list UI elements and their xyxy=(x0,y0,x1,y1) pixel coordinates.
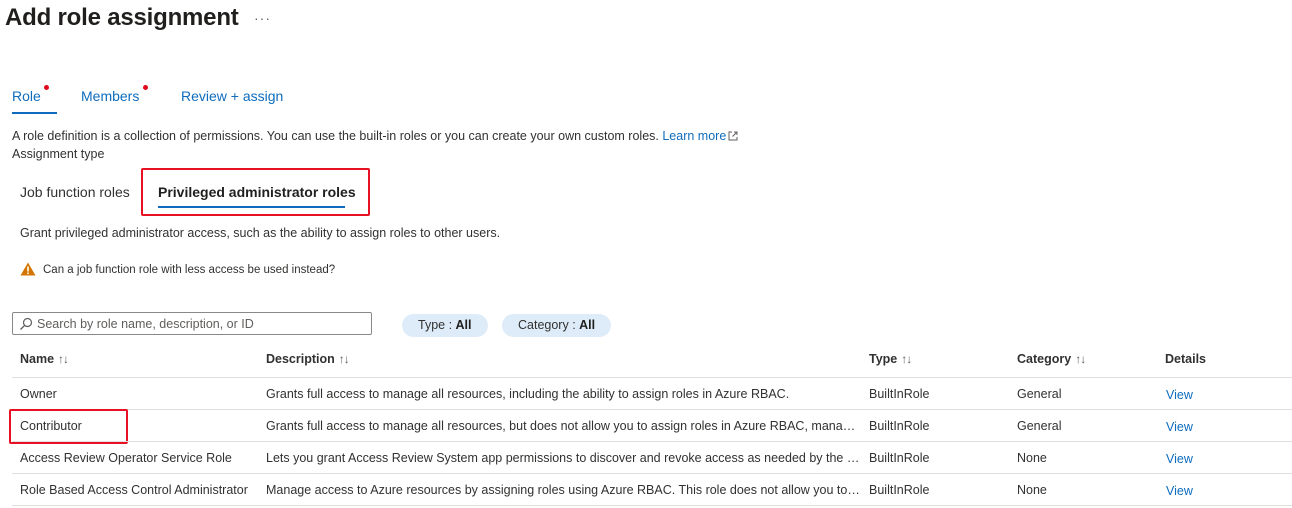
sort-icon: ↑↓ xyxy=(901,352,912,366)
external-link-icon xyxy=(728,131,738,141)
role-search-box[interactable] xyxy=(12,312,372,335)
page-title: Add role assignment xyxy=(5,4,239,31)
header-name-label: Name xyxy=(20,352,55,366)
filter-category-pill[interactable]: Category : All xyxy=(502,314,612,337)
tab-review-assign[interactable]: Review + assign xyxy=(181,88,283,104)
table-divider xyxy=(12,377,1292,378)
tab-role-label: Role xyxy=(12,88,41,104)
tab-role[interactable]: Role xyxy=(12,85,49,104)
table-divider xyxy=(12,441,1292,442)
column-header-name[interactable]: Name ↑↓ xyxy=(20,352,69,366)
column-header-category[interactable]: Category ↑↓ xyxy=(1017,352,1086,366)
table-divider xyxy=(12,473,1292,474)
role-name: Role Based Access Control Administrator xyxy=(20,483,248,497)
more-options-icon[interactable]: ··· xyxy=(254,10,271,26)
header-details-label: Details xyxy=(1165,352,1206,366)
filter-type-value: All xyxy=(455,318,472,332)
role-name: Access Review Operator Service Role xyxy=(20,451,232,465)
highlight-box xyxy=(9,409,128,444)
view-details-link[interactable]: View xyxy=(1166,420,1226,434)
role-category: None xyxy=(1017,451,1047,465)
highlight-box xyxy=(141,168,370,216)
header-type-label: Type xyxy=(869,352,898,366)
role-category: None xyxy=(1017,483,1047,497)
role-description: A role definition is a collection of per… xyxy=(12,129,738,143)
search-input[interactable] xyxy=(37,315,367,332)
role-category: General xyxy=(1017,387,1062,401)
view-details-link[interactable]: View xyxy=(1166,484,1226,498)
filter-type-pill[interactable]: Type : All xyxy=(402,314,488,337)
role-description-text: A role definition is a collection of per… xyxy=(12,129,659,143)
warning-icon xyxy=(20,262,36,276)
filter-category-label: Category : xyxy=(518,318,580,332)
header-description-label: Description xyxy=(266,352,335,366)
role-description-cell: Grants full access to manage all resourc… xyxy=(266,387,790,401)
table-divider xyxy=(12,409,1292,410)
subtab-job-function-roles[interactable]: Job function roles xyxy=(20,184,130,200)
sort-icon: ↑↓ xyxy=(58,352,69,366)
filter-category-value: All xyxy=(579,318,596,332)
role-type: BuiltInRole xyxy=(869,483,930,497)
tab-members-label: Members xyxy=(81,88,140,104)
warning-message: Can a job function role with less access… xyxy=(20,262,335,276)
role-type: BuiltInRole xyxy=(869,451,930,465)
sort-icon: ↑↓ xyxy=(1075,352,1086,366)
required-dot-icon xyxy=(44,85,49,90)
role-type: BuiltInRole xyxy=(869,419,930,433)
sort-icon: ↑↓ xyxy=(338,352,350,366)
filter-type-label: Type : xyxy=(418,318,456,332)
learn-more-label: Learn more xyxy=(662,129,727,143)
search-icon xyxy=(20,317,33,330)
grant-description: Grant privileged administrator access, s… xyxy=(20,226,501,240)
tab-members[interactable]: Members xyxy=(81,85,148,104)
subtab-job-function-label: Job function roles xyxy=(20,184,130,200)
column-header-details: Details xyxy=(1165,352,1206,366)
role-description-cell: Lets you grant Access Review System app … xyxy=(266,451,862,465)
assignment-type-label: Assignment type xyxy=(12,147,105,161)
learn-more-link[interactable]: Learn more xyxy=(662,129,738,143)
view-details-link[interactable]: View xyxy=(1166,452,1226,466)
role-description-cell: Grants full access to manage all resourc… xyxy=(266,419,858,433)
role-name: Owner xyxy=(20,387,57,401)
tab-review-assign-label: Review + assign xyxy=(181,88,284,104)
tab-role-underline xyxy=(12,112,57,114)
role-category: General xyxy=(1017,419,1062,433)
warning-text: Can a job function role with less access… xyxy=(43,264,336,276)
required-dot-icon xyxy=(143,85,148,90)
column-header-description[interactable]: Description ↑↓ xyxy=(266,352,350,366)
table-divider xyxy=(12,505,1292,506)
role-description-cell: Manage access to Azure resources by assi… xyxy=(266,483,862,497)
view-details-link[interactable]: View xyxy=(1166,388,1226,402)
column-header-type[interactable]: Type ↑↓ xyxy=(869,352,912,366)
role-type: BuiltInRole xyxy=(869,387,930,401)
header-category-label: Category xyxy=(1017,352,1072,366)
